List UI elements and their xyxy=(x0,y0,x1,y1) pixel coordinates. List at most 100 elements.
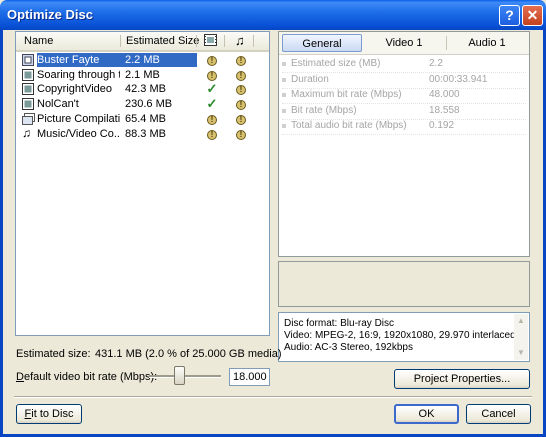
window-title: Optimize Disc xyxy=(7,7,93,22)
item-size: 2.2 MB xyxy=(120,53,197,67)
warning-icon: ! xyxy=(205,68,219,82)
column-separator[interactable] xyxy=(224,35,225,47)
warning-icon: ! xyxy=(205,53,219,67)
disc-format-info: Disc format: Blu-ray Disc Video: MPEG-2,… xyxy=(278,312,530,362)
property-value: 00:00:33.941 xyxy=(429,73,488,85)
column-header-name[interactable]: Name xyxy=(24,35,53,47)
music-note-icon: ♫ xyxy=(235,33,245,48)
title-bar: Optimize Disc ? ✕ xyxy=(0,0,546,30)
column-separator[interactable] xyxy=(120,35,121,47)
property-label: Duration xyxy=(291,73,329,85)
cancel-button[interactable]: Cancel xyxy=(466,404,531,424)
film-icon xyxy=(22,83,34,96)
property-value: 48.000 xyxy=(429,89,460,101)
item-size: 2.1 MB xyxy=(125,68,160,81)
film-icon xyxy=(204,34,217,46)
item-name: CopyrightVideo xyxy=(37,83,113,96)
item-size: 230.6 MB xyxy=(125,98,173,111)
item-name: Soaring through t... xyxy=(37,68,120,81)
checkmark-icon: ✓ xyxy=(206,96,218,112)
checkmark-icon: ✓ xyxy=(206,81,218,97)
property-description-panel xyxy=(278,261,530,307)
scroll-up-arrow[interactable]: ▲ xyxy=(515,315,527,327)
tab-bar: General Video 1 Audio 1 xyxy=(279,32,529,55)
item-size: 42.3 MB xyxy=(125,83,166,96)
list-item[interactable]: CopyrightVideo 42.3 MB ✓! xyxy=(18,82,268,96)
list-item[interactable]: ♫ Music/Video Co... 88.3 MB!! xyxy=(18,127,268,141)
film-icon xyxy=(22,68,34,81)
list-item[interactable]: Buster Fayte 2.2 MB!! xyxy=(18,53,268,67)
property-row[interactable]: Maximum bit rate (Mbps) 48.000 xyxy=(282,88,526,105)
property-label: Maximum bit rate (Mbps) xyxy=(291,89,402,101)
warning-icon: ! xyxy=(234,53,248,67)
bitrate-slider-thumb[interactable] xyxy=(173,366,185,385)
item-size: 88.3 MB xyxy=(125,127,166,140)
tab-video-1[interactable]: Video 1 xyxy=(363,34,445,52)
property-row[interactable]: Duration 00:00:33.941 xyxy=(282,73,526,89)
ok-button[interactable]: OK xyxy=(394,404,459,424)
warning-icon: ! xyxy=(234,97,248,111)
column-header-audio[interactable]: ♫ xyxy=(235,33,245,48)
item-name: Buster Fayte xyxy=(37,53,120,67)
warning-icon: ! xyxy=(234,82,248,96)
property-row[interactable]: Bit rate (Mbps) 18.558 xyxy=(282,104,526,120)
property-bullet xyxy=(282,93,286,98)
property-row[interactable]: Total audio bit rate (Mbps) 0.192 xyxy=(282,119,526,136)
property-value: 18.558 xyxy=(429,104,460,116)
list-item[interactable]: NolCan't 230.6 MB ✓! xyxy=(18,97,268,111)
column-separator[interactable] xyxy=(196,35,197,47)
info-scrollbar[interactable]: ▲ ▼ xyxy=(514,314,528,360)
help-button[interactable]: ? xyxy=(499,5,520,26)
property-bullet xyxy=(282,77,286,82)
item-size: 65.4 MB xyxy=(125,112,166,125)
media-list[interactable]: Name Estimated Size ♫ Buster Fayte 2.2 MB… xyxy=(15,31,270,336)
bitrate-slider-track[interactable] xyxy=(149,375,221,378)
property-bullet xyxy=(282,108,286,113)
estimated-size-value: 431.1 MB (2.0 % of 25.000 GB media) xyxy=(95,348,282,360)
scroll-down-arrow[interactable]: ▼ xyxy=(515,347,527,359)
bitrate-input[interactable]: 18.000 xyxy=(229,368,270,386)
project-file-icon xyxy=(22,54,34,66)
tab-label: General xyxy=(302,38,342,50)
list-item[interactable]: Picture Compilati... 65.4 MB!! xyxy=(18,112,268,126)
property-label: Total audio bit rate (Mbps) xyxy=(291,120,407,132)
property-label: Bit rate (Mbps) xyxy=(291,104,357,116)
warning-icon: ! xyxy=(205,127,219,141)
close-icon: ✕ xyxy=(526,7,539,23)
column-header-size[interactable]: Estimated Size xyxy=(126,35,199,47)
warning-icon: ! xyxy=(234,112,248,126)
item-name: Picture Compilati... xyxy=(37,112,120,125)
column-separator[interactable] xyxy=(253,35,254,47)
property-bullet xyxy=(282,124,286,129)
picture-compilation-icon xyxy=(22,112,35,125)
video-format-line: Video: MPEG-2, 16:9, 1920x1080, 29.970 i… xyxy=(284,330,516,341)
estimated-size-label: Estimated size: xyxy=(16,348,91,360)
window-frame-left xyxy=(0,30,3,437)
music-note-icon: ♫ xyxy=(22,125,31,140)
item-name: NolCan't xyxy=(37,98,79,111)
help-icon: ? xyxy=(505,7,514,23)
default-bitrate-label: Default video bit rate (Mbps): xyxy=(16,371,158,383)
property-label: Estimated size (MB) xyxy=(291,58,381,69)
warning-icon: ! xyxy=(205,112,219,126)
tab-label: Audio 1 xyxy=(468,37,506,49)
warning-icon: ! xyxy=(234,127,248,141)
property-bullet xyxy=(282,62,286,66)
audio-format-line: Audio: AC-3 Stereo, 192kbps xyxy=(284,342,413,353)
disc-format-line: Disc format: Blu-ray Disc xyxy=(284,318,395,329)
properties-panel: General Video 1 Audio 1 Estimated size (… xyxy=(278,31,530,257)
warning-icon: ! xyxy=(234,68,248,82)
tab-audio-1[interactable]: Audio 1 xyxy=(447,34,527,52)
item-name: Music/Video Co... xyxy=(37,127,120,140)
tab-general[interactable]: General xyxy=(282,34,362,52)
list-item[interactable]: Soaring through t... 2.1 MB!! xyxy=(18,68,268,82)
property-value: 0.192 xyxy=(429,120,455,132)
close-button[interactable]: ✕ xyxy=(522,5,543,26)
tab-label: Video 1 xyxy=(385,37,423,49)
fit-to-disc-button[interactable]: Fit to Disc xyxy=(16,404,82,424)
column-header-video[interactable] xyxy=(204,34,217,49)
property-value: 2.2 xyxy=(429,58,443,69)
project-properties-button[interactable]: Project Properties... xyxy=(394,369,530,389)
property-row[interactable]: Estimated size (MB) 2.2 xyxy=(282,57,526,73)
list-header: Name Estimated Size ♫ xyxy=(16,32,269,52)
